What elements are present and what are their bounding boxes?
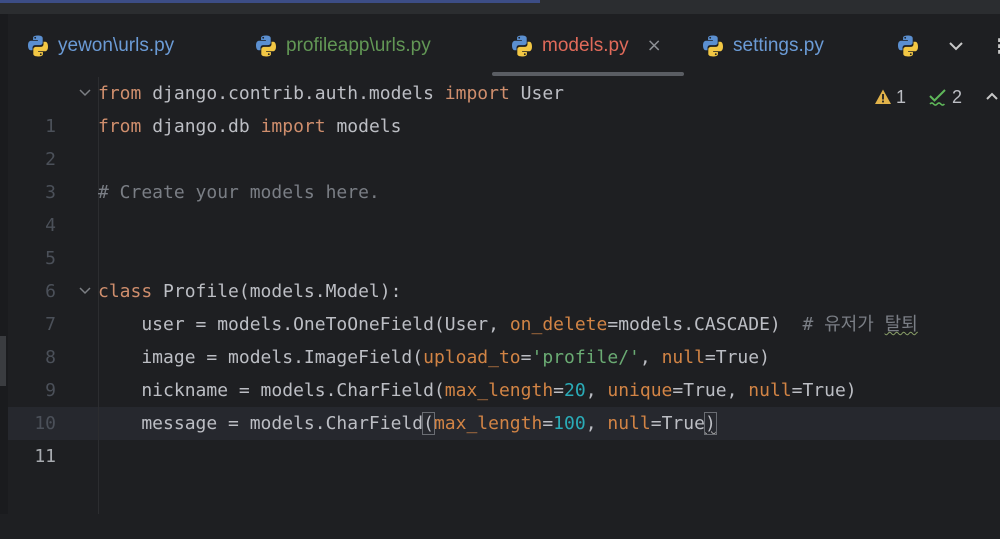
comment-typo-text: 탈퇴 — [884, 314, 918, 335]
code-text: =models.CASCADE) — [607, 314, 803, 335]
param-name: null — [748, 380, 792, 401]
comment: # 유저가 — [802, 314, 885, 335]
code-text: True — [661, 413, 705, 434]
param-name: on_delete — [509, 314, 608, 335]
left-tool-edge — [0, 14, 8, 514]
string-literal: 'profile/' — [531, 347, 640, 368]
keyword: import — [260, 116, 326, 137]
code-editor[interactable]: 1 2 1 from django.contrib.auth.models im… — [8, 77, 1000, 514]
fold-chevron-icon[interactable] — [78, 77, 92, 110]
tab-yewon-urls[interactable]: yewon\urls.py — [26, 14, 174, 77]
param-name: null — [661, 347, 705, 368]
line-number: 11 — [34, 446, 56, 467]
code-line-2[interactable]: 2 from django.db import models — [8, 110, 1000, 170]
code-line-1[interactable]: 1 from django.contrib.auth.models import… — [8, 77, 1000, 137]
code-line-6[interactable]: 6 — [8, 242, 1000, 302]
class-declaration: Profile(models.Model): — [152, 281, 402, 302]
keyword: from — [98, 83, 142, 104]
window-top-strip — [0, 0, 1000, 14]
tab-label: profileapp\urls.py — [286, 34, 431, 56]
number-literal: 100 — [553, 413, 586, 434]
import-name: models — [325, 116, 402, 137]
more-menu-icon[interactable]: ⋮ — [990, 36, 1000, 56]
code-line-10[interactable]: 10 nickname = models.CharField(max_lengt… — [8, 374, 1000, 434]
tab-profileapp-urls[interactable]: profileapp\urls.py — [254, 14, 431, 77]
python-icon — [28, 35, 48, 56]
code-text: , — [585, 413, 608, 434]
matched-open-paren: ( — [422, 412, 435, 435]
tab-label: yewon\urls.py — [58, 34, 175, 56]
code-text: , — [639, 347, 662, 368]
scroll-marker[interactable] — [0, 336, 6, 386]
code-text: = — [553, 380, 564, 401]
param-name: max_length — [444, 380, 554, 401]
matched-close-paren: ) — [703, 412, 717, 435]
code-text: user = models.OneToOneField(User, — [98, 314, 510, 335]
module-name: django.db — [141, 116, 261, 137]
param-name: null — [607, 413, 651, 434]
code-text: =True, — [672, 380, 749, 401]
code-line-5[interactable]: 5 — [8, 209, 1000, 269]
param-name: max_length — [433, 413, 543, 434]
title-accent — [0, 0, 540, 3]
code-text: =True) — [791, 380, 857, 401]
python-icon — [256, 35, 276, 56]
code-line-4[interactable]: 4 # Create your models here. — [8, 176, 1000, 236]
tab-models[interactable]: models.py × — [510, 14, 662, 77]
keyword: class — [98, 281, 153, 302]
python-icon — [703, 35, 723, 56]
code-line-9[interactable]: 9 image = models.ImageField(upload_to='p… — [8, 341, 1000, 401]
param-name: upload_to — [423, 347, 521, 368]
code-text: =True) — [704, 347, 770, 368]
tab-settings[interactable]: settings.py — [701, 14, 824, 77]
code-text: , — [585, 380, 608, 401]
tab-label: settings.py — [733, 34, 824, 56]
module-name: django.contrib.auth.models — [141, 83, 445, 104]
code-line-3[interactable]: 3 — [8, 143, 1000, 203]
keyword: import — [444, 83, 510, 104]
python-icon — [512, 35, 532, 56]
code-text: = — [542, 413, 554, 434]
number-literal: 20 — [564, 380, 586, 401]
python-icon — [898, 35, 918, 56]
code-text: nickname = models.CharField( — [98, 380, 445, 401]
comment: # Create your models here. — [98, 182, 380, 203]
code-text: = — [520, 347, 532, 368]
code-text: = — [650, 413, 662, 434]
code-line-7[interactable]: 7 class Profile(models.Model): — [8, 275, 1000, 335]
tab-label: models.py — [542, 34, 629, 56]
code-line-8[interactable]: 8 user = models.OneToOneField(User, on_d… — [8, 308, 1000, 368]
editor-tab-bar: yewon\urls.py profileapp\urls.py models.… — [8, 14, 1000, 77]
code-text: message = models.CharField — [98, 413, 424, 434]
close-icon[interactable]: × — [647, 35, 662, 56]
tab-overflow-python[interactable] — [896, 14, 928, 77]
param-name: unique — [607, 380, 673, 401]
fold-chevron-icon[interactable] — [78, 275, 92, 308]
import-name: User — [509, 83, 565, 104]
chevron-down-icon[interactable] — [944, 34, 968, 58]
keyword: from — [98, 116, 142, 137]
active-tab-indicator — [492, 72, 684, 76]
code-line-11[interactable]: 11 message = models.CharField(max_length… — [8, 407, 1000, 467]
code-text: image = models.ImageField( — [98, 347, 424, 368]
